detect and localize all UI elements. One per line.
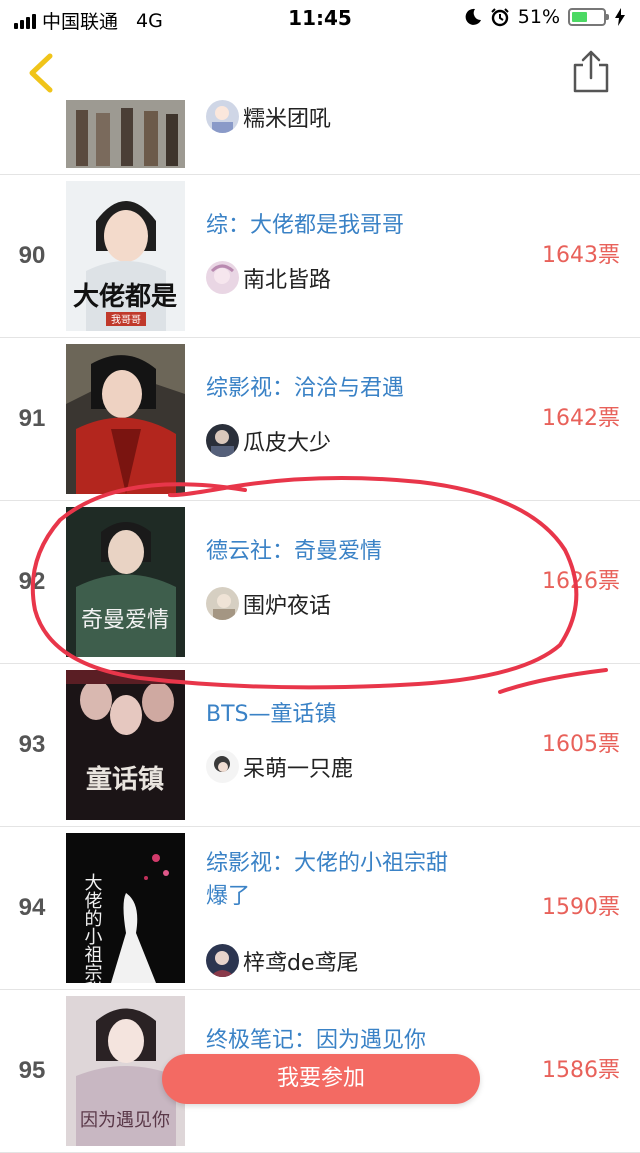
- rank-number: 94: [18, 894, 46, 921]
- avatar: [206, 100, 239, 133]
- story-title[interactable]: 综：大佬都是我哥哥: [206, 209, 456, 242]
- list-item[interactable]: 94 大佬的小祖宗甜爆了 综影视：大佬的小祖宗甜爆了 梓鸢de鸢尾 1590票: [0, 827, 640, 990]
- list-item[interactable]: 糯米团吼: [0, 100, 640, 175]
- book-cover: [66, 100, 185, 168]
- cover-title: 因为遇见你: [80, 1110, 170, 1131]
- signal-icon: [14, 13, 36, 29]
- book-cover: 童话镇: [66, 670, 185, 820]
- battery-icon: [568, 8, 609, 26]
- join-button[interactable]: 我要参加: [162, 1054, 480, 1104]
- charging-icon: [615, 8, 625, 26]
- list-item[interactable]: 90 大佬都是我哥哥 综：大佬都是我哥哥 南北皆路 1643票: [0, 175, 640, 338]
- vote-count: 1643票: [542, 243, 620, 268]
- rank-number: 90: [18, 242, 46, 269]
- avatar: [206, 587, 239, 620]
- story-title[interactable]: 德云社：奇曼爱情: [206, 535, 456, 568]
- story-title[interactable]: 综影视：洽洽与君遇: [206, 372, 456, 405]
- rank-number: 95: [18, 1057, 46, 1084]
- share-button[interactable]: [566, 48, 616, 94]
- back-button[interactable]: [22, 50, 62, 96]
- ranking-list: 糯米团吼 90 大佬都是我哥哥 综：大佬都是我哥哥 南北皆路 1643票 91 …: [0, 100, 640, 1153]
- moon-icon: [465, 8, 481, 25]
- author-name: 南北皆路: [243, 267, 332, 293]
- vote-count: 1642票: [542, 406, 620, 431]
- author-name: 瓜皮大少: [243, 430, 332, 456]
- list-item[interactable]: 92 奇曼爱情 德云社：奇曼爱情 围炉夜话 1626票: [0, 501, 640, 664]
- cover-title: 童话镇: [86, 764, 164, 795]
- book-cover: 奇曼爱情: [66, 507, 185, 657]
- cover-subtitle: 我哥哥: [111, 314, 141, 326]
- vote-count: 1590票: [542, 895, 620, 920]
- share-icon: [573, 50, 609, 93]
- author-name: 梓鸢de鸢尾: [243, 950, 359, 976]
- avatar: [206, 261, 239, 294]
- chevron-left-icon: [29, 53, 53, 93]
- status-bar: 中国联通 4G 11:45 51%: [0, 0, 640, 36]
- avatar: [206, 424, 239, 457]
- avatar: [206, 750, 239, 783]
- author-name: 糯米团吼: [243, 106, 332, 132]
- story-title[interactable]: BTS—童话镇: [206, 698, 456, 731]
- rank-number: 93: [18, 731, 46, 758]
- author-name: 围炉夜话: [243, 593, 332, 619]
- book-cover: 大佬的小祖宗甜爆了: [66, 833, 185, 983]
- cover-title: 大佬的小祖宗甜爆了: [82, 873, 103, 983]
- carrier-label: 中国联通: [42, 11, 119, 33]
- story-title[interactable]: 综影视：大佬的小祖宗甜爆了: [206, 847, 456, 913]
- list-item[interactable]: 93 童话镇 BTS—童话镇 呆萌一只鹿 1605票: [0, 664, 640, 827]
- story-title[interactable]: 终极笔记：因为遇见你: [206, 1024, 456, 1057]
- book-cover: 大佬都是 我哥哥: [66, 181, 185, 331]
- battery-percent: 51%: [517, 6, 560, 28]
- network-label: 4G: [136, 9, 163, 32]
- alarm-icon: [491, 8, 509, 27]
- list-item[interactable]: 91 综影视：洽洽与君遇 瓜皮大少 1642票: [0, 338, 640, 501]
- vote-count: 1626票: [542, 569, 620, 594]
- book-cover: [66, 344, 185, 494]
- rank-number: 91: [18, 405, 46, 432]
- rank-number: 92: [18, 568, 46, 595]
- vote-count: 1586票: [542, 1058, 620, 1083]
- vote-count: 1605票: [542, 732, 620, 757]
- cover-title: 大佬都是: [73, 282, 177, 312]
- author-name: 呆萌一只鹿: [243, 756, 354, 782]
- cover-title: 奇曼爱情: [81, 608, 169, 633]
- avatar: [206, 944, 239, 977]
